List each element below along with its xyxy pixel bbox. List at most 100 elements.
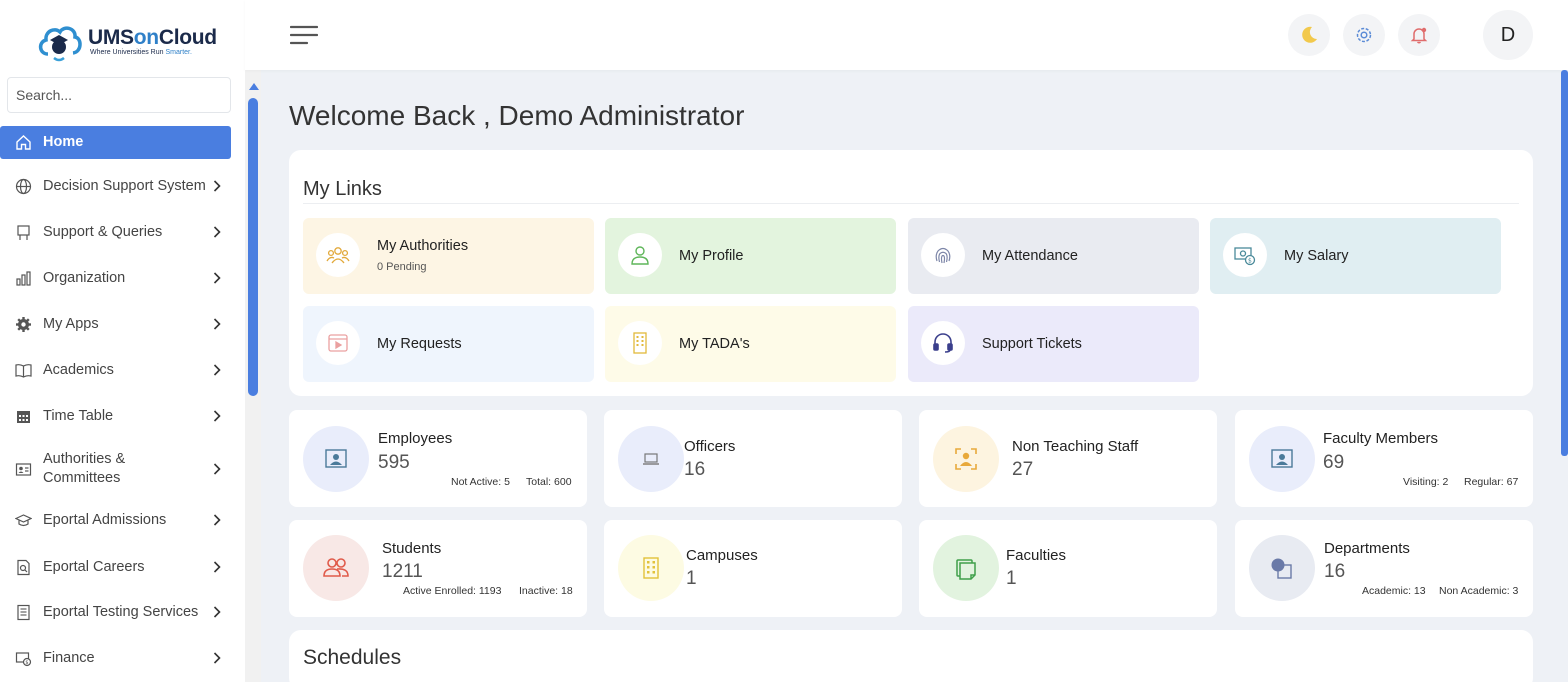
page-scrollbar[interactable] bbox=[1561, 70, 1568, 456]
laptop-icon bbox=[643, 453, 659, 465]
stat-subtext: Visiting: 2 bbox=[1403, 476, 1449, 488]
sidebar-item-label: Eportal Careers bbox=[43, 558, 145, 575]
menu-icon[interactable] bbox=[290, 25, 318, 45]
avatar[interactable]: D bbox=[1483, 10, 1533, 60]
brand-name: UMSonCloud bbox=[88, 25, 217, 49]
sidebar-item-label: Support & Queries bbox=[43, 223, 163, 240]
sidebar-item-home[interactable]: Home bbox=[0, 126, 231, 159]
graduation-cap-icon bbox=[14, 511, 32, 529]
settings-button[interactable] bbox=[1343, 14, 1385, 56]
sidebar-item-organization[interactable]: Organization bbox=[0, 268, 231, 288]
salary-icon: $ bbox=[1234, 247, 1256, 266]
brand-tagline: Where Universities Run Smarter. bbox=[90, 48, 192, 56]
moon-icon bbox=[1302, 26, 1317, 43]
stat-value: 16 bbox=[1324, 561, 1346, 582]
chevron-right-icon bbox=[213, 514, 221, 526]
notification-bell-icon bbox=[1410, 27, 1428, 44]
document-list-icon bbox=[14, 603, 32, 621]
link-my-authorities[interactable]: My Authorities 0 Pending bbox=[303, 218, 594, 294]
sidebar-item-label: Organization bbox=[43, 269, 126, 286]
chevron-right-icon bbox=[213, 410, 221, 422]
chevron-right-icon bbox=[213, 561, 221, 573]
stat-card-faculties[interactable]: Faculties 1 bbox=[919, 520, 1217, 617]
campus-building-icon bbox=[643, 557, 659, 579]
sidebar-item-label: Eportal Testing Services bbox=[43, 603, 199, 620]
stat-card-campuses[interactable]: Campuses 1 bbox=[604, 520, 902, 617]
stat-card-students[interactable]: Students 1211 Active Enrolled: 1193 Inac… bbox=[289, 520, 587, 617]
link-my-salary[interactable]: $ My Salary bbox=[1210, 218, 1501, 294]
link-label: My Authorities bbox=[377, 238, 469, 254]
scroll-up-arrow-icon[interactable] bbox=[249, 83, 259, 90]
link-my-profile[interactable]: My Profile bbox=[605, 218, 896, 294]
stat-card-faculty-members[interactable]: Faculty Members 69 Visiting: 2 Regular: … bbox=[1235, 410, 1533, 507]
stat-value: 27 bbox=[1012, 459, 1034, 480]
sidebar-item-my-apps[interactable]: My Apps bbox=[0, 314, 231, 334]
stat-label: Students bbox=[382, 540, 442, 557]
sidebar-scroll-thumb[interactable] bbox=[248, 98, 258, 396]
link-my-tadas[interactable]: My TADA's bbox=[605, 306, 896, 382]
stat-card-officers[interactable]: Officers 16 bbox=[604, 410, 902, 507]
calendar-icon bbox=[14, 407, 32, 425]
link-my-attendance[interactable]: My Attendance bbox=[908, 218, 1199, 294]
building-icon bbox=[633, 332, 647, 354]
sidebar-item-eportal-testing[interactable]: Eportal Testing Services bbox=[0, 602, 231, 622]
gear-icon bbox=[14, 315, 32, 333]
stat-subtext: Non Academic: 3 bbox=[1439, 585, 1519, 597]
sidebar-item-label: Eportal Admissions bbox=[43, 511, 167, 528]
chevron-right-icon bbox=[213, 272, 221, 284]
stat-card-employees[interactable]: Employees 595 Not Active: 5 Total: 600 bbox=[289, 410, 587, 507]
staff-scan-icon bbox=[955, 448, 977, 470]
schedules-title: Schedules bbox=[303, 646, 402, 669]
stat-label: Non Teaching Staff bbox=[1012, 438, 1139, 455]
link-label: My Attendance bbox=[982, 248, 1078, 264]
user-icon bbox=[631, 246, 649, 265]
sidebar-item-support-queries[interactable]: Support & Queries bbox=[0, 222, 231, 242]
faculties-icon bbox=[956, 559, 976, 580]
svg-text:$: $ bbox=[1248, 258, 1252, 265]
stat-subtext: Regular: 67 bbox=[1464, 476, 1519, 488]
fingerprint-icon bbox=[935, 247, 951, 264]
stat-subtext: Active Enrolled: 1193 bbox=[403, 585, 502, 597]
stat-card-departments[interactable]: Departments 16 Academic: 13 Non Academic… bbox=[1235, 520, 1533, 617]
stat-value: 1211 bbox=[382, 561, 423, 582]
document-search-icon bbox=[14, 558, 32, 576]
sidebar-item-label: Finance bbox=[43, 649, 95, 666]
stat-label: Campuses bbox=[686, 547, 758, 564]
stat-label: Departments bbox=[1324, 540, 1410, 557]
sidebar: UMSonCloud Where Universities Run Smarte… bbox=[0, 0, 245, 682]
sidebar-item-eportal-careers[interactable]: Eportal Careers bbox=[0, 557, 231, 577]
sidebar-item-time-table[interactable]: Time Table bbox=[0, 406, 231, 426]
sidebar-item-academics[interactable]: Academics bbox=[0, 360, 231, 380]
sidebar-item-label: Time Table bbox=[43, 407, 114, 424]
chevron-right-icon bbox=[213, 463, 221, 475]
link-support-tickets[interactable]: Support Tickets bbox=[908, 306, 1199, 382]
sidebar-item-decision-support[interactable]: Decision Support System bbox=[0, 176, 231, 196]
stat-value: 595 bbox=[378, 452, 410, 473]
sidebar-item-label: Decision Support System bbox=[43, 177, 206, 194]
chevron-right-icon bbox=[213, 180, 221, 192]
stat-card-non-teaching-staff[interactable]: Non Teaching Staff 27 bbox=[919, 410, 1217, 507]
money-icon: $ bbox=[14, 649, 32, 667]
stat-label: Officers bbox=[684, 438, 736, 455]
schedules-card: Schedules bbox=[289, 630, 1533, 682]
sidebar-item-label: Academics bbox=[43, 361, 114, 378]
sidebar-item-label: Authorities & Committees bbox=[43, 451, 126, 486]
notifications-button[interactable] bbox=[1398, 14, 1440, 56]
brand-logo[interactable]: UMSonCloud Where Universities Run Smarte… bbox=[36, 18, 226, 64]
stat-subtext: Inactive: 18 bbox=[519, 585, 573, 597]
home-icon bbox=[14, 134, 32, 152]
page-title: Welcome Back , Demo Administrator bbox=[289, 100, 745, 131]
sidebar-item-finance[interactable]: $ Finance bbox=[0, 648, 231, 668]
stat-subtext: Academic: 13 bbox=[1362, 585, 1426, 597]
link-my-requests[interactable]: My Requests bbox=[303, 306, 594, 382]
globe-icon bbox=[14, 177, 32, 195]
sidebar-item-eportal-admissions[interactable]: Eportal Admissions bbox=[0, 510, 231, 530]
sidebar-item-authorities-committees[interactable]: Authorities & Committees bbox=[0, 449, 231, 489]
link-sublabel: 0 Pending bbox=[377, 261, 427, 273]
search-input[interactable] bbox=[7, 77, 231, 113]
chevron-right-icon bbox=[213, 364, 221, 376]
stat-value: 16 bbox=[684, 459, 706, 480]
settings-icon bbox=[1356, 27, 1372, 43]
theme-toggle-button[interactable] bbox=[1288, 14, 1330, 56]
sidebar-scrollbar[interactable] bbox=[245, 70, 261, 682]
